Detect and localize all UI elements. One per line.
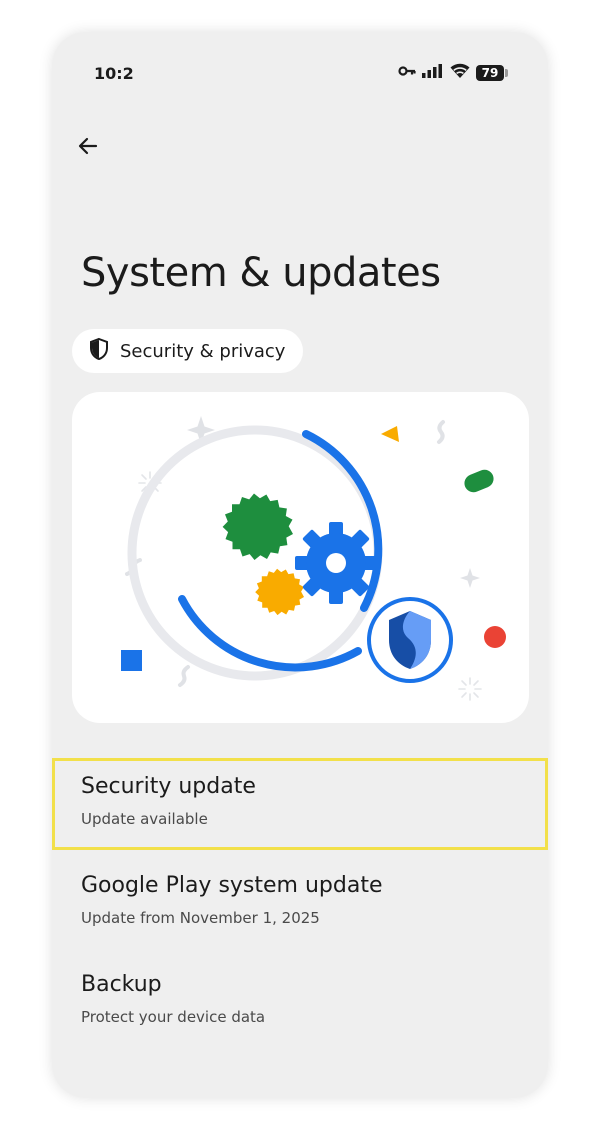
item-subtitle: Protect your device data xyxy=(81,1008,266,1026)
chip-label: Security & privacy xyxy=(120,340,286,362)
status-time: 10:2 xyxy=(94,64,134,83)
page-title: System & updates xyxy=(81,250,441,296)
hero-illustration xyxy=(72,392,529,723)
green-pill-icon xyxy=(464,469,494,493)
phone-screen: 10:2 79 System & updates Security & priv… xyxy=(52,32,548,1098)
green-gear-icon xyxy=(222,493,293,560)
squiggle-icon xyxy=(437,420,445,444)
battery-icon: 79 xyxy=(476,65,508,81)
wifi-icon xyxy=(450,63,470,84)
arrow-back-icon xyxy=(76,134,100,163)
battery-level: 79 xyxy=(476,65,504,81)
item-subtitle: Update available xyxy=(81,810,208,828)
triangle-icon xyxy=(381,426,399,442)
item-title: Security update xyxy=(81,774,256,799)
status-icons: 79 xyxy=(398,63,508,84)
red-dot-icon xyxy=(484,626,506,648)
blue-gear-icon xyxy=(295,522,377,604)
item-subtitle: Update from November 1, 2025 xyxy=(81,909,320,927)
shield-icon xyxy=(88,337,110,366)
list-item-google-play-system-update[interactable]: Google Play system update Update from No… xyxy=(52,857,548,949)
sparkle-icon xyxy=(460,568,480,588)
back-button[interactable] xyxy=(68,128,108,168)
signal-icon xyxy=(422,63,444,83)
squiggle-icon xyxy=(178,665,190,687)
status-bar: 10:2 79 xyxy=(52,32,548,112)
item-title: Google Play system update xyxy=(81,873,383,898)
item-title: Backup xyxy=(81,972,162,997)
blue-square-icon xyxy=(121,650,142,671)
yellow-gear-icon xyxy=(255,568,304,616)
shield-badge-icon xyxy=(366,596,454,684)
list-item-security-update[interactable]: Security update Update available xyxy=(52,758,548,850)
security-privacy-chip[interactable]: Security & privacy xyxy=(72,329,304,373)
list-item-backup[interactable]: Backup Protect your device data xyxy=(52,956,548,1048)
key-icon xyxy=(398,64,416,82)
